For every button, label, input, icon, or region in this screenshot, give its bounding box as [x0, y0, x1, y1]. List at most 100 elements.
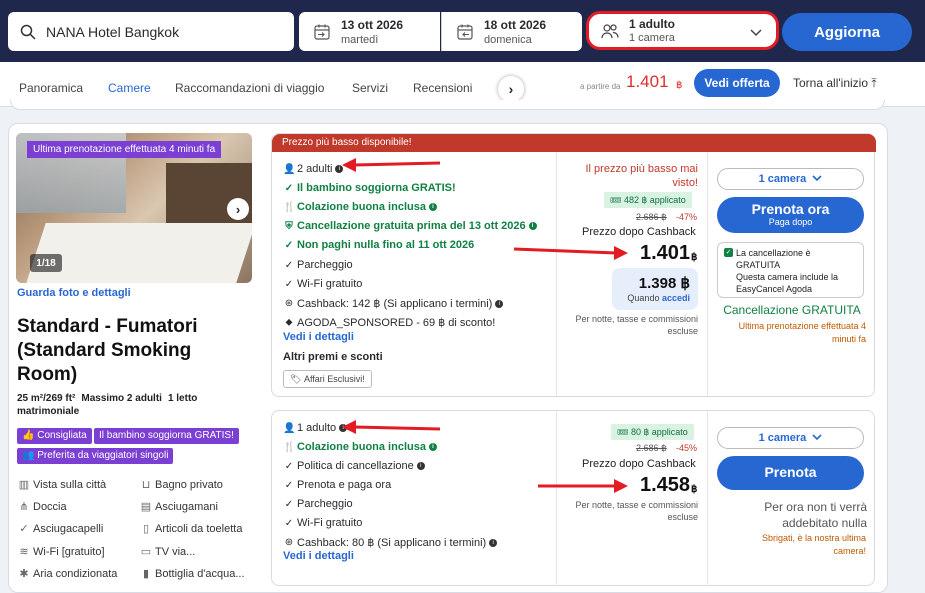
cashback-icon: ⊛: [284, 298, 294, 309]
toiletries-icon: ▯: [142, 523, 150, 535]
tab-travel-recommendations[interactable]: Raccomandazioni di viaggio: [175, 81, 324, 95]
pay-later-label: Non paghi nulla fino al 11 ott 2026: [297, 239, 475, 251]
amenity-toiletries: ▯ Articoli da toeletta: [139, 522, 242, 536]
offer2-room-count-select[interactable]: 1 camera: [717, 427, 864, 449]
offer2-breakfast: 🍴 Colazione buona inclusa i: [283, 441, 437, 453]
login-price-box[interactable]: 1.398 ฿ Quando accedi: [612, 268, 698, 310]
info-icon[interactable]: i: [489, 538, 498, 547]
offer1-room-count-select[interactable]: 1 camera: [717, 168, 864, 190]
cancel-policy-label: Politica di cancellazione: [297, 460, 414, 472]
tag-icon: ⬥: [285, 317, 293, 328]
book-button[interactable]: Prenota: [717, 456, 864, 490]
info-icon[interactable]: i: [495, 299, 504, 308]
offer2-parking: ✓ Parcheggio: [283, 498, 353, 510]
amenity-label: Wi-Fi [gratuito]: [33, 545, 105, 558]
shower-icon: ⋔: [19, 501, 29, 513]
rooms-count: 1 camera: [629, 32, 675, 44]
bathtub-icon: ⊔: [141, 479, 151, 491]
login-note-label: Quando: [627, 293, 660, 303]
back-to-top-link[interactable]: Torna all'inizio ⤒: [793, 76, 877, 91]
shield-icon: ✓: [724, 248, 733, 257]
solo-traveler-label: Preferita da viaggiatori singoli: [37, 450, 169, 461]
info-icon[interactable]: i: [428, 203, 437, 211]
from-price: 1.401: [626, 72, 669, 91]
view-offer-button[interactable]: Vedi offerta: [694, 69, 780, 97]
parking-label: Parcheggio: [297, 259, 353, 271]
lowest-price-banner: Prezzo più basso disponibile!: [272, 134, 876, 152]
search-header: NANA Hotel Bangkok 13 ott 2026 martedì 1…: [0, 0, 925, 62]
checkout-day: domenica: [484, 33, 532, 46]
login-link[interactable]: accedi: [662, 293, 690, 303]
offer1-sponsored: ⬥ AGODA_SPONSORED - 69 ฿ di sconto!: [283, 316, 496, 329]
annotation-arrow-occupancy-1: [342, 158, 441, 172]
check-icon: ✓: [284, 498, 294, 510]
pay-later-sub: Paga dopo: [768, 217, 813, 227]
offer1-parking: ✓ Parcheggio: [283, 259, 353, 271]
checkout-date-picker[interactable]: 18 ott 2026 domenica: [441, 12, 582, 51]
annotation-arrow-price-2: [538, 479, 628, 493]
photo-counter: 1/18: [30, 254, 62, 272]
offer1-discount-applied: 🎟 482 ฿ applicato: [604, 192, 692, 208]
ticket-icon: 🎟: [617, 426, 629, 437]
info-icon[interactable]: i: [528, 222, 537, 230]
other-rewards-title: Altri premi e sconti: [283, 351, 383, 363]
tag-icon: 🏷: [290, 373, 302, 384]
building-icon: ▥: [18, 479, 30, 491]
chevron-right-icon[interactable]: ›: [498, 76, 524, 102]
offer1-breakfast: 🍴 Colazione buona inclusa i: [283, 201, 437, 213]
adults-count: 1 adulto: [629, 17, 676, 31]
amenity-label: Doccia: [33, 500, 67, 513]
offer2-occupancy: 👤 1 adulto i: [283, 422, 348, 434]
book-now-button[interactable]: Prenota ora Paga dopo: [717, 197, 864, 233]
tab-reviews[interactable]: Recensioni: [413, 81, 472, 95]
tv-icon: ▭: [140, 546, 152, 558]
free-cancellation-label: Cancellazione GRATUITA: [723, 303, 861, 317]
offer2-cashback: ⊛ Cashback: 80 ฿ (Si applicano i termini)…: [283, 536, 498, 549]
check-icon: ✓: [284, 182, 294, 194]
destination-text: NANA Hotel Bangkok: [46, 23, 180, 40]
tab-rooms[interactable]: Camere: [108, 81, 151, 95]
exclusive-deals-label: Affari Esclusivi!: [303, 374, 365, 384]
snowflake-icon: ✱: [19, 568, 29, 580]
checkin-date-picker[interactable]: 13 ott 2026 martedì: [299, 12, 440, 51]
occupancy-label: 1 adulto: [297, 422, 337, 434]
check-icon: ✓: [284, 259, 294, 271]
offer1-wifi: ✓ Wi-Fi gratuito: [283, 278, 363, 290]
destination-search-input[interactable]: NANA Hotel Bangkok: [8, 12, 294, 51]
occupancy-label: 2 adulti: [297, 163, 333, 175]
check-icon: ✓: [284, 460, 294, 472]
photo-next-icon[interactable]: ›: [227, 198, 249, 220]
calendar-checkout-icon: [456, 23, 474, 41]
checkin-date: 13 ott 2026: [341, 17, 404, 32]
from-label: a partire da: [580, 82, 621, 91]
amenity-label: Bottiglia d'acqua...: [155, 567, 245, 580]
login-note: Quando accedi: [620, 293, 690, 303]
from-currency: ฿: [676, 80, 683, 91]
room-count-label: 1 camera: [758, 173, 807, 185]
guests-selector[interactable]: 1 adulto 1 camera: [586, 11, 779, 50]
amenity-label: Bagno privato: [155, 478, 223, 491]
amenity-shower: ⋔ Doccia: [17, 500, 67, 514]
offer2-after-cashback-label: Prezzo dopo Cashback: [582, 458, 696, 470]
amenity-tv: ▭ TV via...: [139, 545, 196, 559]
wifi-label: Wi-Fi gratuito: [297, 517, 363, 529]
update-search-button[interactable]: Aggiorna: [782, 13, 912, 51]
offer2-divider-b: [707, 411, 708, 586]
tab-overview[interactable]: Panoramica: [19, 81, 83, 95]
tab-services[interactable]: Servizi: [352, 81, 388, 95]
chevron-down-icon: [812, 432, 822, 444]
calendar-checkin-icon: [313, 23, 331, 41]
offer1-details-link[interactable]: Vedi i dettagli: [283, 331, 354, 343]
amenity-label: Aria condizionata: [33, 567, 118, 580]
offer1-child-free: ✓ Il bambino soggiorna GRATIS!: [283, 182, 456, 194]
shield-icon: ⛨: [285, 220, 293, 232]
amenity-label: Asciugacapelli: [33, 522, 104, 535]
info-icon[interactable]: i: [416, 462, 425, 470]
offer2-details-link[interactable]: Vedi i dettagli: [283, 550, 354, 562]
info-icon[interactable]: i: [428, 443, 437, 451]
photo-bed: [26, 223, 252, 283]
person-icon: 👤: [283, 163, 296, 175]
ticket-icon: 🎟: [610, 194, 622, 205]
photo-details-link[interactable]: Guarda foto e dettagli: [17, 287, 131, 299]
recommended-label: Consigliata: [37, 430, 87, 441]
